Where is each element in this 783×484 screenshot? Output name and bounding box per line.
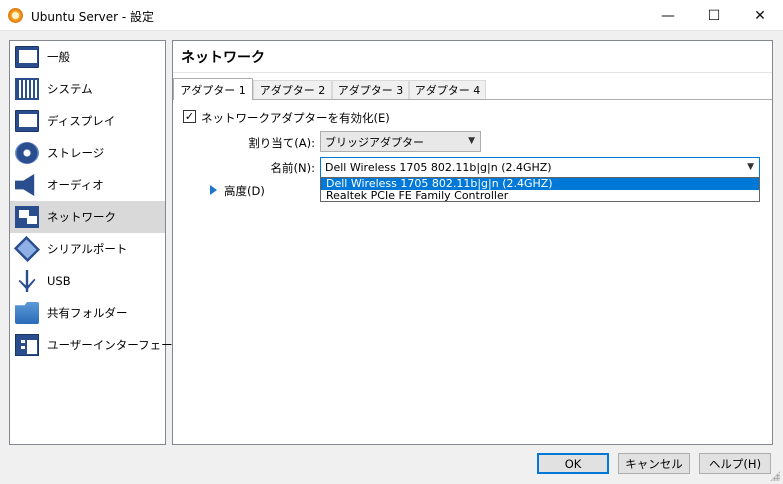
sidebar-item-label: ネットワーク [47,210,116,224]
title-divider [173,72,772,73]
sidebar-item-display[interactable]: ディスプレイ [10,105,165,137]
sidebar-item-label: 一般 [47,50,70,64]
settings-sidebar: 一般 システム ディスプレイ ストレージ オーディオ ネットワーク シリアルポー… [9,40,184,445]
sidebar-item-label: 共有フォルダー [47,306,128,320]
sidebar-item-label: USB [47,274,71,288]
tab-adapter-3[interactable]: アダプター 3 [332,80,409,99]
adapter-name-label: 名前(N): [270,161,315,175]
sidebar-item-label: ディスプレイ [47,114,116,128]
network-icon [15,206,39,228]
advanced-toggle-label[interactable]: 高度(D) [224,183,265,199]
audio-icon [15,174,35,196]
sidebar-item-network[interactable]: ネットワーク [10,201,165,233]
chevron-down-icon: ▼ [468,136,475,146]
storage-icon [15,142,39,164]
tab-adapter-2[interactable]: アダプター 2 [253,80,332,99]
expand-arrow-icon[interactable] [210,185,217,195]
adapter-name-value: Dell Wireless 1705 802.11b|g|n (2.4GHZ) [325,161,552,174]
attached-to-select[interactable]: ブリッジアダプター ▼ [320,131,481,152]
sidebar-item-audio[interactable]: オーディオ [10,169,165,201]
tab-adapter-4[interactable]: アダプター 4 [409,80,486,99]
minimize-button[interactable]: — [645,0,691,31]
enable-adapter-checkbox[interactable]: ✓ [183,110,196,123]
sidebar-item-storage[interactable]: ストレージ [10,137,165,169]
display-icon [15,110,39,132]
system-icon [15,78,39,100]
sidebar-item-serial-ports[interactable]: シリアルポート [10,233,165,265]
adapter-name-select[interactable]: Dell Wireless 1705 802.11b|g|n (2.4GHZ) … [320,157,760,178]
resize-grip-icon[interactable] [770,471,780,481]
sidebar-item-label: シリアルポート [47,242,128,256]
dropdown-option-realtek[interactable]: Realtek PCIe FE Family Controller [321,190,759,202]
shared-folder-icon [15,302,39,324]
general-icon [15,46,39,68]
virtualbox-app-icon [8,8,23,23]
ok-button[interactable]: OK [537,453,609,474]
close-button[interactable]: ✕ [737,0,783,31]
enable-adapter-label[interactable]: ネットワークアダプターを有効化(E) [201,110,390,126]
sidebar-item-label: ストレージ [47,146,105,160]
sidebar-item-general[interactable]: 一般 [10,41,165,73]
sidebar-item-system[interactable]: システム [10,73,165,105]
maximize-button[interactable]: ☐ [691,0,737,31]
sidebar-item-usb[interactable]: USB [10,265,165,297]
title-bar: Ubuntu Server - 設定 — ☐ ✕ [0,0,783,31]
chevron-down-icon: ▼ [747,162,754,172]
sidebar-item-user-interface[interactable]: ユーザーインターフェース [10,329,184,361]
sidebar-item-label: ユーザーインターフェース [47,338,184,352]
user-interface-icon [15,334,39,356]
serial-port-icon [13,235,41,263]
usb-icon [18,270,36,292]
page-title: ネットワーク [181,50,265,66]
help-button[interactable]: ヘルプ(H) [699,453,771,474]
sidebar-item-label: システム [47,82,93,96]
attached-to-value: ブリッジアダプター [325,135,424,149]
adapter-name-dropdown-list: Dell Wireless 1705 802.11b|g|n (2.4GHZ) … [320,177,760,202]
attached-to-label: 割り当て(A): [248,136,315,150]
window-title: Ubuntu Server - 設定 [31,10,155,24]
cancel-button[interactable]: キャンセル [618,453,690,474]
sidebar-item-label: オーディオ [47,178,104,192]
sidebar-item-shared-folders[interactable]: 共有フォルダー [10,297,165,329]
tab-adapter-1[interactable]: アダプター 1 [173,78,253,100]
